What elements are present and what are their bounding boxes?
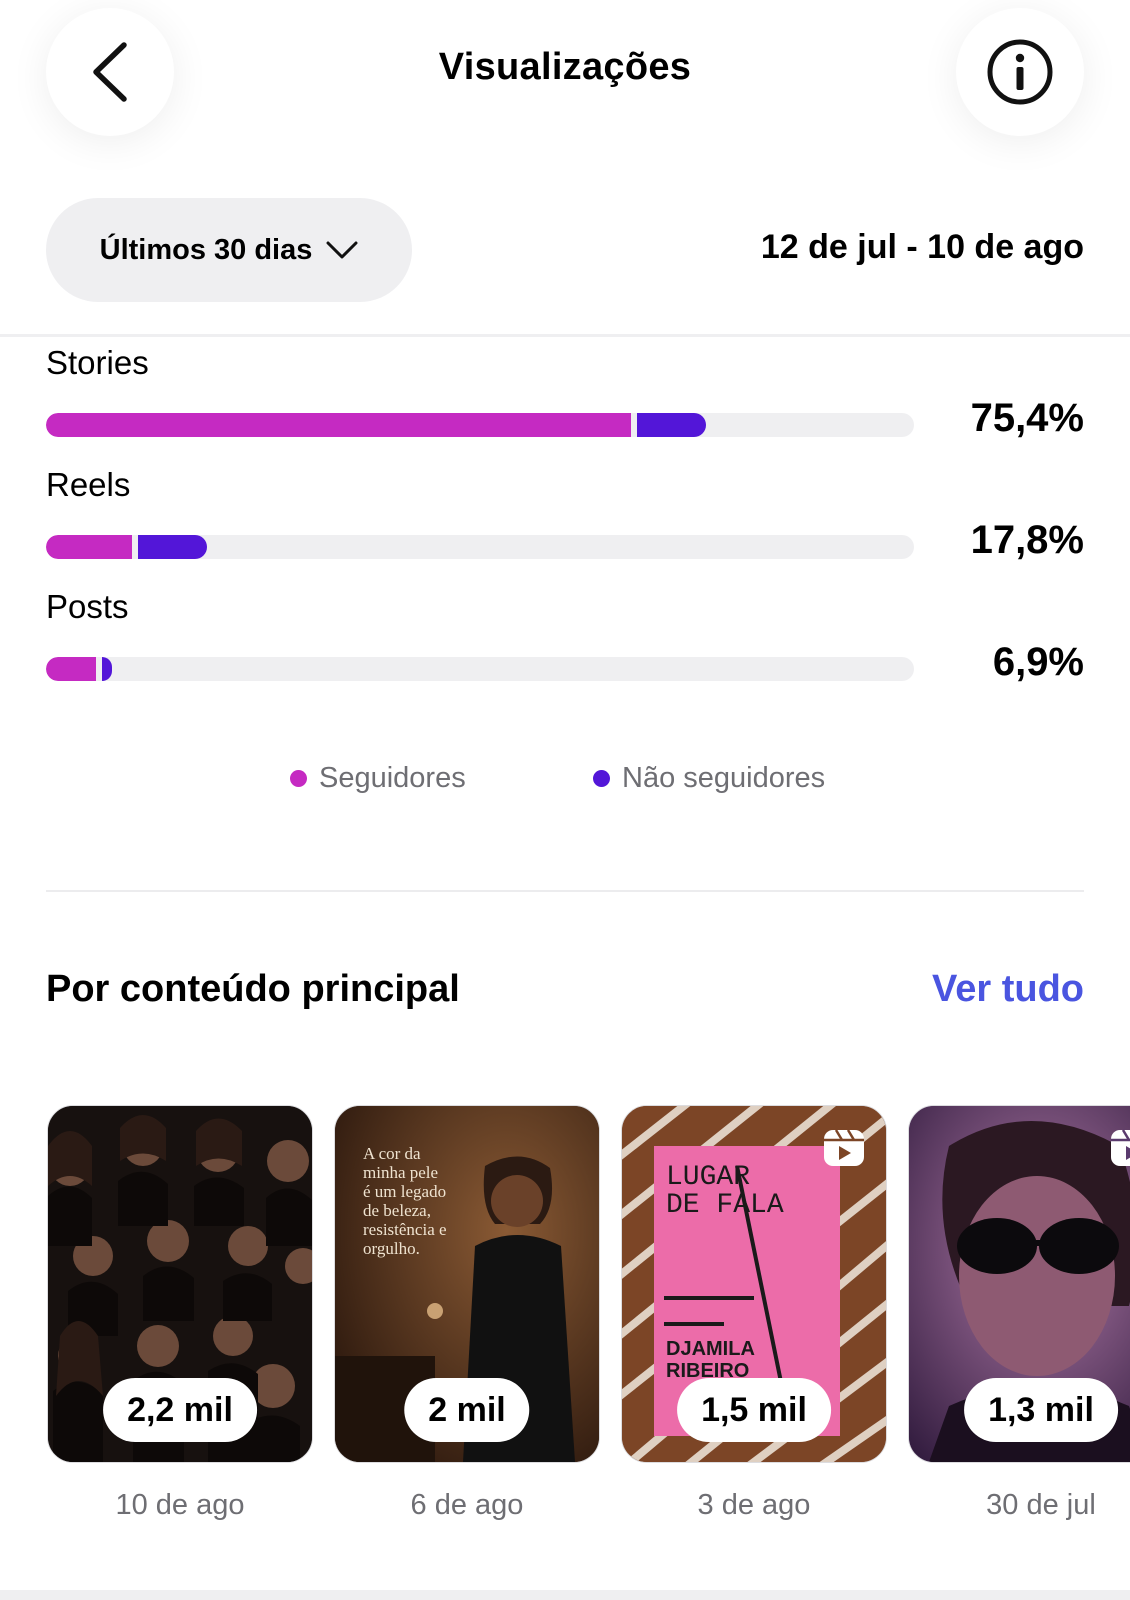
- views-badge: 1,5 mil: [677, 1378, 831, 1442]
- content-date: 10 de ago: [115, 1489, 245, 1521]
- legend-label-non-followers: Não seguidores: [622, 762, 826, 794]
- chart-legend: Seguidores Não seguidores: [0, 762, 1130, 802]
- bar-track-stories: [46, 413, 914, 437]
- bar-segment-followers: [46, 535, 132, 559]
- content-card[interactable]: 2,2 mil 10 de ago: [47, 1105, 313, 1522]
- bar-label-reels: Reels: [46, 466, 131, 503]
- views-badge: 2 mil: [404, 1378, 530, 1442]
- bar-value-reels: 17,8%: [970, 518, 1084, 562]
- top-bar: Visualizações: [0, 0, 1130, 145]
- bar-value-stories: 75,4%: [970, 396, 1084, 440]
- views-by-content-type-chart: Stories 75,4% Reels 17,8% Posts 6,9%: [0, 340, 1130, 820]
- content-card[interactable]: LUGAR DE FALA DJAMILA RIBEIRO 1,5 mil 3 …: [621, 1105, 887, 1522]
- content-card[interactable]: 1,3 mil 30 de jul: [908, 1105, 1130, 1522]
- bar-segment-non-followers: [637, 413, 706, 437]
- reel-icon: [824, 1129, 864, 1166]
- legend-item-followers: Seguidores: [290, 762, 466, 795]
- content-date: 3 de ago: [697, 1489, 811, 1521]
- views-badge: 1,3 mil: [964, 1378, 1118, 1442]
- top-content-carousel[interactable]: 2,2 mil 10 de ago A cor da minha pele é …: [0, 1105, 1130, 1545]
- post-caption: A cor da minha pele é um legado de belez…: [363, 1144, 447, 1258]
- bar-label-posts: Posts: [46, 588, 129, 625]
- divider: [46, 890, 1084, 892]
- date-range-dropdown[interactable]: Últimos 30 dias: [46, 198, 412, 302]
- bar-value-posts: 6,9%: [992, 640, 1084, 684]
- date-range-text: 12 de jul - 10 de ago: [760, 228, 1084, 266]
- bar-segment-followers: [46, 413, 631, 437]
- see-all-link[interactable]: Ver tudo: [932, 968, 1084, 1011]
- content-date: 30 de jul: [986, 1489, 1096, 1521]
- book-title: LUGAR DE FALA: [666, 1162, 784, 1221]
- bar-segment-non-followers: [102, 657, 112, 681]
- content-thumbnail[interactable]: 2,2 mil: [47, 1105, 313, 1463]
- content-card[interactable]: A cor da minha pele é um legado de belez…: [334, 1105, 600, 1522]
- legend-item-non-followers: Não seguidores: [593, 762, 825, 795]
- bar-track-reels: [46, 535, 914, 559]
- book-author: DJAMILA RIBEIRO: [666, 1338, 755, 1382]
- chevron-down-icon: [326, 241, 358, 259]
- bar-segment-followers: [46, 657, 96, 681]
- bar-label-stories: Stories: [46, 344, 149, 381]
- content-thumbnail[interactable]: LUGAR DE FALA DJAMILA RIBEIRO 1,5 mil: [621, 1105, 887, 1463]
- content-thumbnail[interactable]: 1,3 mil: [908, 1105, 1130, 1463]
- legend-dot-followers: [290, 770, 307, 787]
- info-icon: [987, 39, 1053, 105]
- bar-track-posts: [46, 657, 914, 681]
- content-thumbnail[interactable]: A cor da minha pele é um legado de belez…: [334, 1105, 600, 1463]
- legend-dot-non-followers: [593, 770, 610, 787]
- content-date: 6 de ago: [410, 1489, 524, 1521]
- section-title: Por conteúdo principal: [46, 968, 460, 1010]
- divider: [0, 334, 1130, 337]
- date-range-dropdown-label: Últimos 30 dias: [99, 233, 313, 266]
- reel-icon: [1111, 1129, 1130, 1166]
- bottom-divider: [0, 1590, 1130, 1600]
- info-button[interactable]: [956, 8, 1084, 136]
- views-badge: 2,2 mil: [103, 1378, 257, 1442]
- bar-segment-non-followers: [138, 535, 207, 559]
- legend-label-followers: Seguidores: [319, 762, 466, 794]
